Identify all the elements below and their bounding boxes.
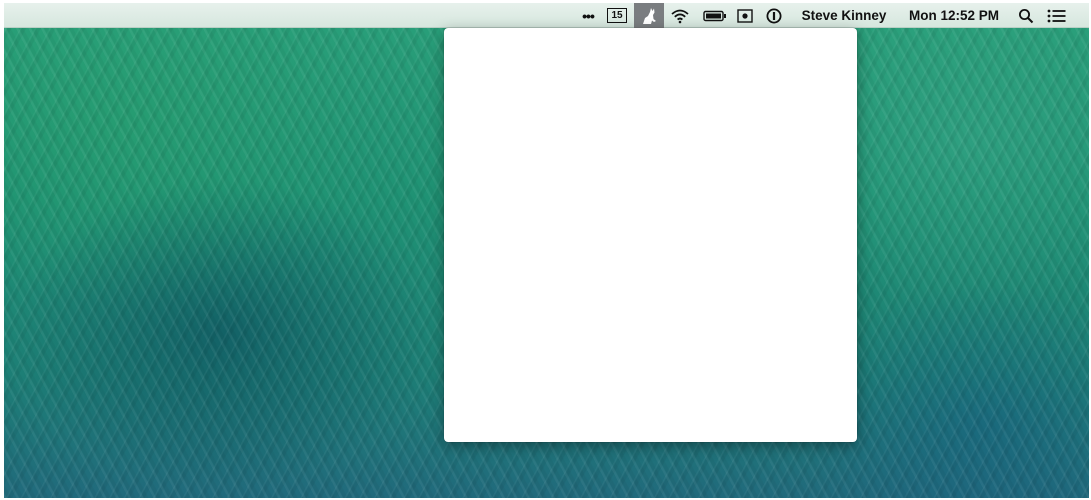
menu-extra-popover[interactable]: [444, 28, 857, 442]
calendar-date: 15: [611, 10, 623, 21]
user-name-menu[interactable]: Steve Kinney: [798, 3, 890, 28]
cat-icon: [643, 7, 656, 24]
calendar-icon: 15: [607, 8, 627, 23]
desktop: ••• 15 Steve Kinney Mon 12:52 PM: [4, 3, 1089, 498]
list-icon: [1047, 9, 1066, 22]
wifi-menu-extra[interactable]: [668, 3, 692, 28]
cat-app-menu-extra[interactable]: [634, 3, 664, 28]
battery-menu-extra[interactable]: [701, 3, 729, 28]
search-icon: [1019, 8, 1034, 23]
battery-icon: [703, 10, 726, 21]
wifi-icon: [671, 9, 689, 23]
spotlight-button[interactable]: [1015, 3, 1037, 28]
password-manager-menu-extra[interactable]: [763, 3, 785, 28]
screen-record-menu-extra[interactable]: [734, 3, 756, 28]
screen-record-icon: [737, 8, 753, 23]
clock-menu[interactable]: Mon 12:52 PM: [902, 3, 1006, 28]
notification-center-button[interactable]: [1044, 3, 1070, 28]
info-circle-icon: [766, 8, 782, 23]
ellipsis-icon[interactable]: •••: [577, 3, 599, 28]
calendar-menu-extra[interactable]: 15: [604, 3, 630, 28]
menu-bar: ••• 15 Steve Kinney Mon 12:52 PM: [4, 3, 1089, 28]
